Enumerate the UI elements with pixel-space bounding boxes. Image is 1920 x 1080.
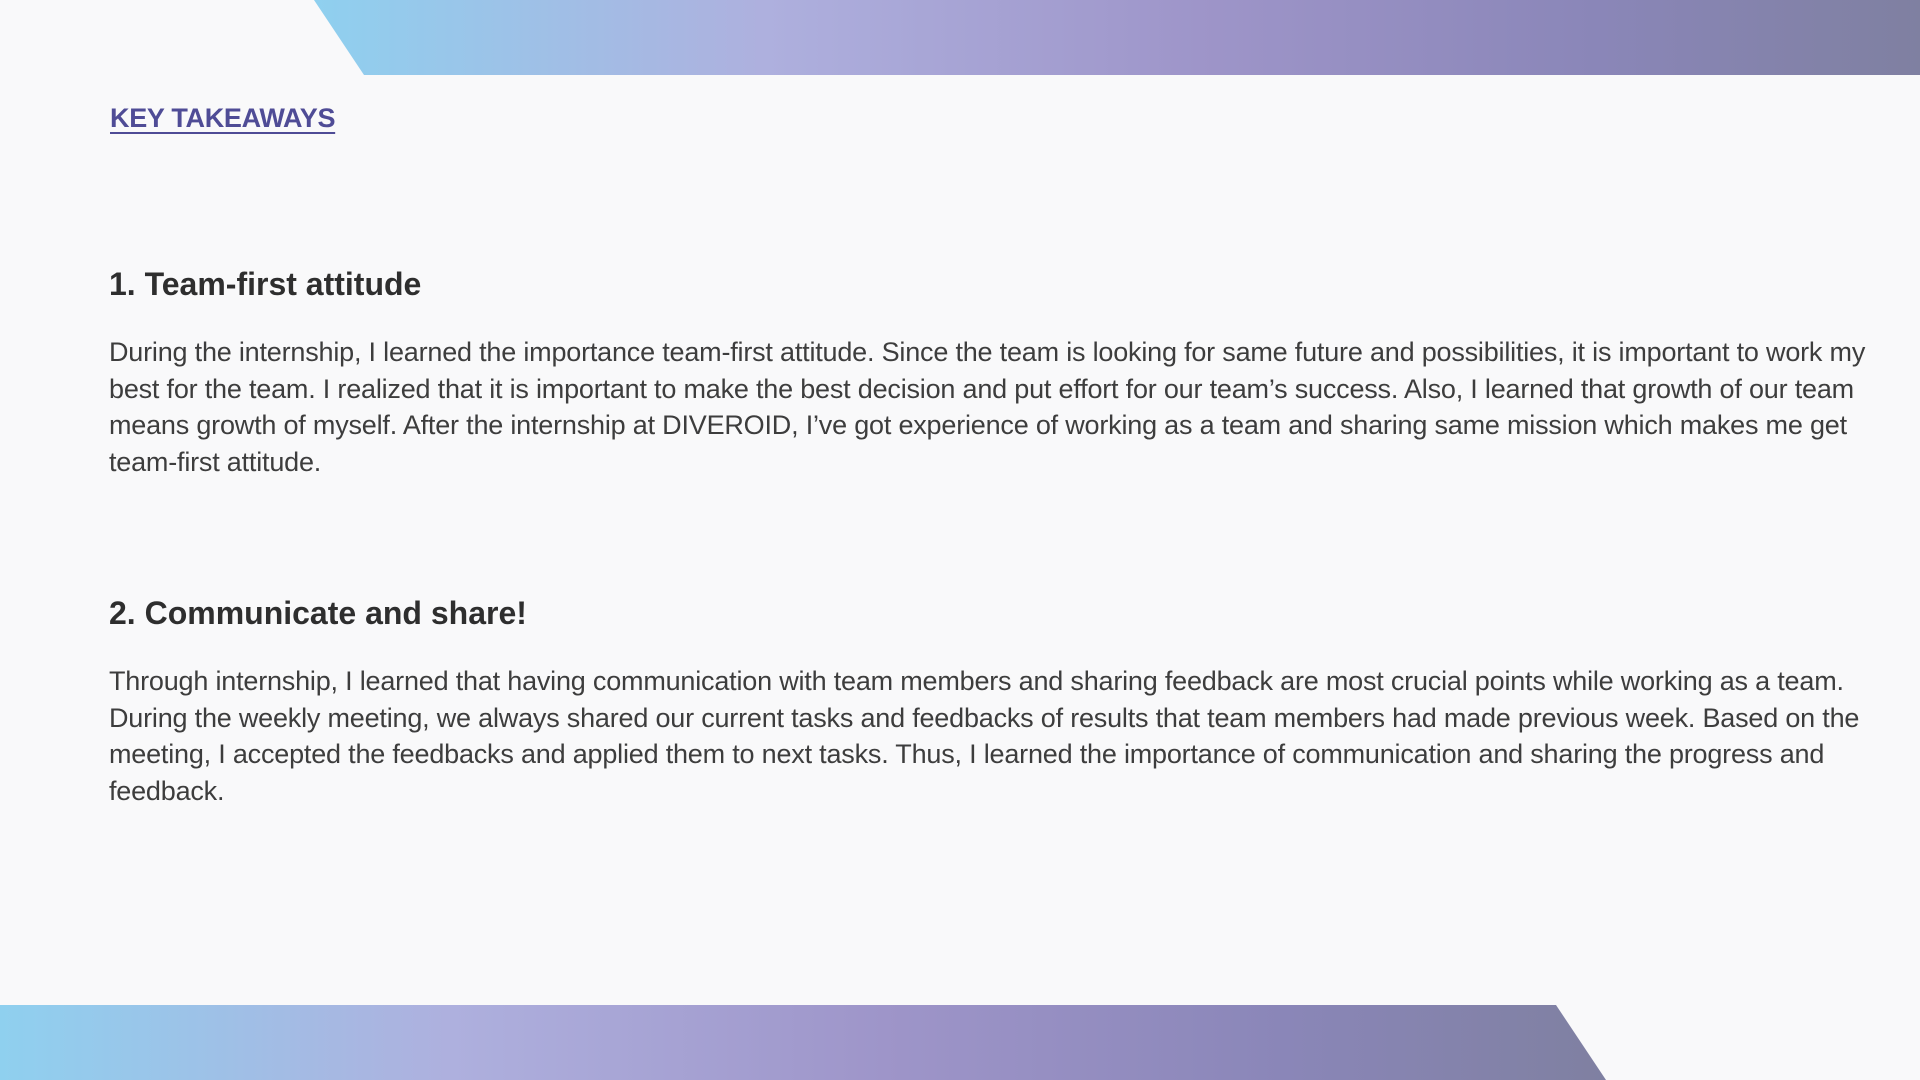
takeaway-team-first: 1. Team-first attitude During the intern… <box>109 262 1869 480</box>
takeaway-body: During the internship, I learned the imp… <box>109 337 1866 477</box>
takeaway-heading: 2. Communicate and share! <box>109 595 527 631</box>
takeaway-heading: 1. Team-first attitude <box>109 266 422 302</box>
top-decorative-band <box>314 0 1920 75</box>
section-label: KEY TAKEAWAYS <box>110 103 336 133</box>
takeaway-body: Through internship, I learned that havin… <box>109 666 1860 806</box>
takeaway-communicate: 2. Communicate and share! Through intern… <box>109 591 1869 809</box>
bottom-decorative-band <box>0 1005 1606 1080</box>
